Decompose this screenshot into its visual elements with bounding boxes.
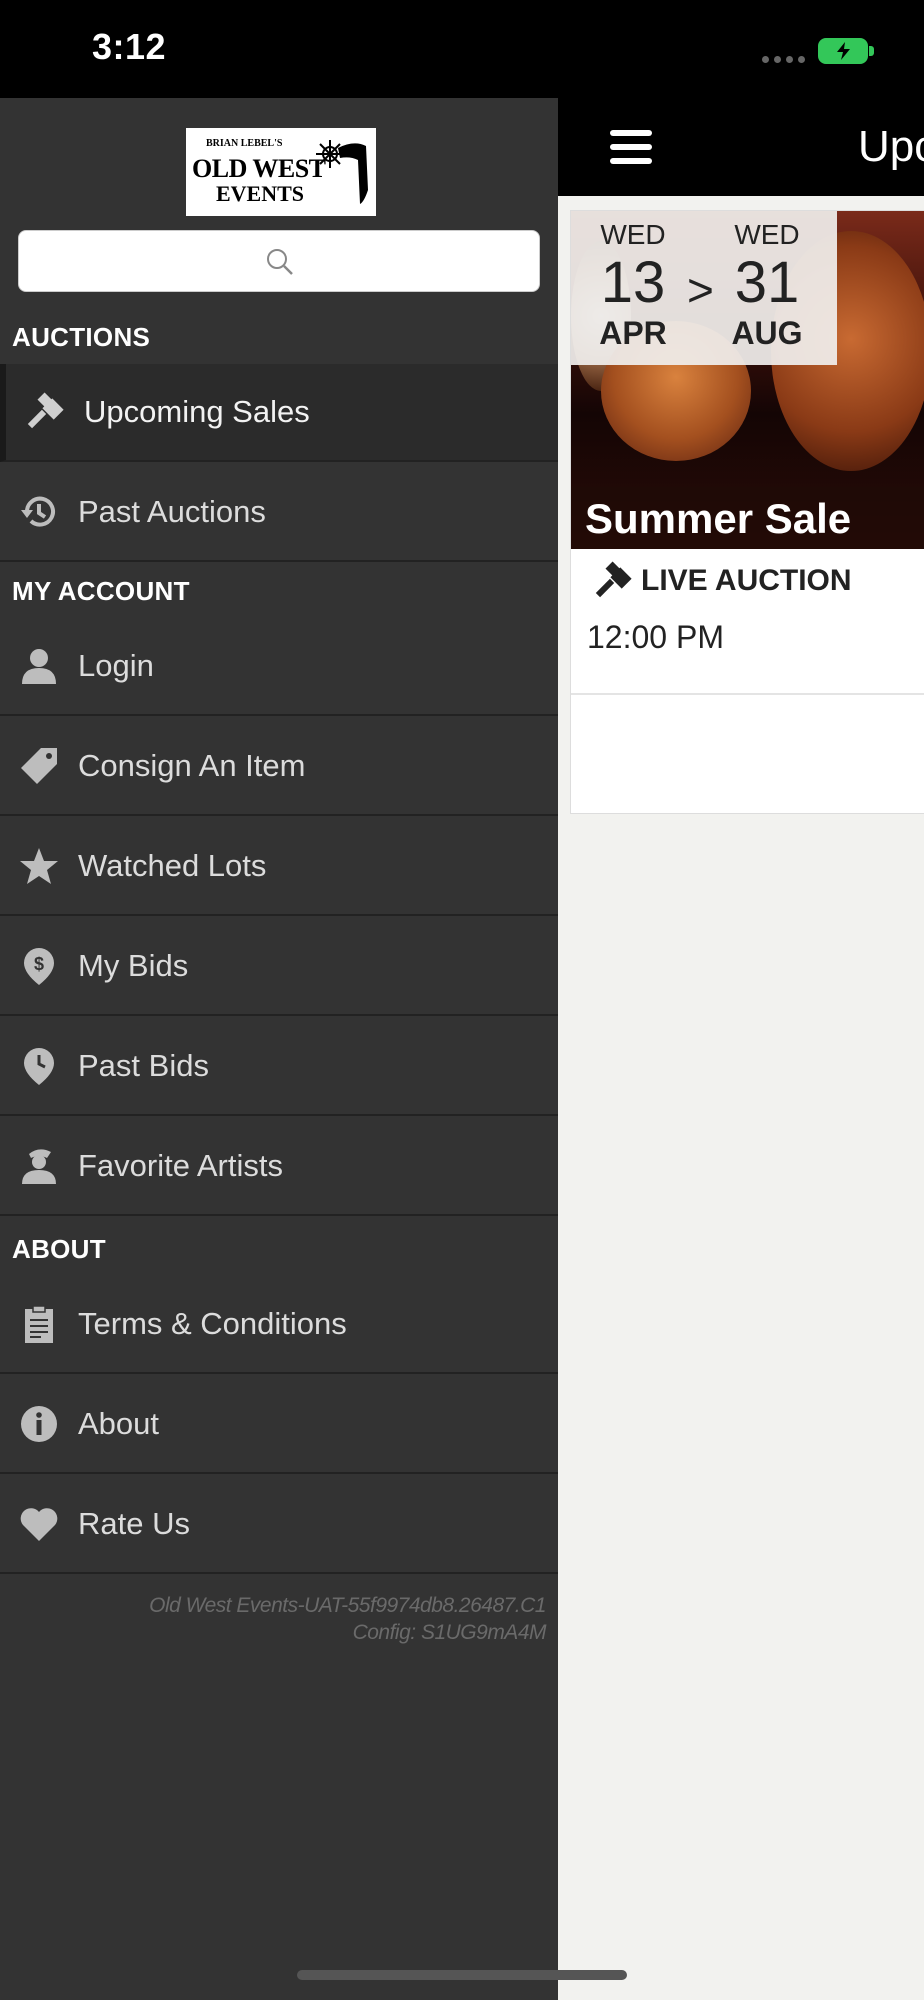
- search-icon: [267, 249, 293, 275]
- star-icon: [18, 845, 60, 887]
- sale-name: Summer Sale: [585, 495, 852, 542]
- history-icon: [18, 491, 60, 533]
- config-line: Config: S1UG9mA4M: [352, 1621, 547, 1644]
- artist-icon: [18, 1145, 60, 1187]
- sale-image: WED 13 APR > WED 31 AUG Summer Sale: [571, 211, 924, 549]
- menu-item-login[interactable]: Login: [0, 618, 558, 716]
- menu-item-rate-us[interactable]: Rate Us: [0, 1476, 558, 1574]
- home-indicator[interactable]: [297, 1970, 627, 1980]
- end-day: WED: [734, 219, 800, 250]
- sale-type: LIVE AUCTION: [593, 561, 852, 601]
- page-title: Upcoming Sales: [858, 122, 924, 171]
- menu-item-label: Past Auctions: [78, 494, 266, 529]
- tag-icon: [18, 745, 60, 787]
- section-auctions: AUCTIONS: [12, 322, 151, 352]
- clipboard-icon: [18, 1303, 60, 1345]
- menu-item-label: Favorite Artists: [78, 1148, 283, 1183]
- menu-item-label: About: [78, 1406, 160, 1441]
- svg-text:$: $: [34, 954, 44, 974]
- end-month: AUG: [731, 315, 803, 351]
- clock-pin-icon: [18, 1045, 60, 1087]
- start-month: APR: [599, 315, 667, 351]
- start-date: 13: [600, 250, 666, 315]
- menu-item-about[interactable]: About: [0, 1376, 558, 1474]
- menu-item-favorite-artists[interactable]: Favorite Artists: [0, 1118, 558, 1216]
- date-range: WED 13 APR > WED 31 AUG: [571, 211, 837, 365]
- signal-icon: [762, 56, 805, 63]
- dollar-pin-icon: $: [18, 945, 60, 987]
- section-my-account: MY ACCOUNT: [12, 576, 190, 606]
- main-content: Upcoming Sales WED 13 APR > WED 31 AUG: [558, 98, 924, 2000]
- menu-item-terms-conditions[interactable]: Terms & Conditions: [0, 1276, 558, 1374]
- search-input-container[interactable]: [18, 230, 540, 292]
- status-bar: 3:12: [0, 0, 924, 98]
- sale-card[interactable]: WED 13 APR > WED 31 AUG Summer Sale LIVE…: [570, 210, 924, 814]
- section-about: ABOUT: [12, 1234, 106, 1264]
- menu-item-label: Watched Lots: [78, 848, 267, 883]
- old-west-events-logo: BRIAN LEBEL'S OLD WEST EVENTS: [186, 128, 376, 216]
- battery-tip: [869, 46, 874, 56]
- user-icon: [18, 645, 60, 687]
- sale-name-bar: Summer Sale: [571, 487, 924, 549]
- gavel-icon: [24, 391, 66, 433]
- gavel-icon: [595, 561, 632, 598]
- side-drawer: BRIAN LEBEL'S OLD WEST EVENTS AUCTIONS U…: [0, 98, 558, 2000]
- menu-item-label: Past Bids: [78, 1048, 209, 1083]
- end-date: 31: [734, 250, 800, 315]
- menu-icon[interactable]: [610, 130, 652, 164]
- main-header: Upcoming Sales: [558, 98, 924, 196]
- start-day: WED: [600, 219, 666, 250]
- divider: [571, 693, 924, 695]
- date-separator: >: [687, 264, 714, 316]
- menu-item-consign-an-item[interactable]: Consign An Item: [0, 718, 558, 816]
- menu-item-label: Consign An Item: [78, 748, 306, 783]
- info-icon: [18, 1403, 60, 1445]
- menu-item-label: Login: [78, 648, 154, 683]
- menu-item-watched-lots[interactable]: Watched Lots: [0, 818, 558, 916]
- sale-time: 12:00 PM: [587, 619, 724, 655]
- version-line: Old West Events-UAT-55f9974db8.26487.C1: [149, 1594, 546, 1617]
- menu-item-label: Upcoming Sales: [84, 394, 310, 429]
- status-time: 3:12: [92, 26, 167, 67]
- menu-item-label: Terms & Conditions: [78, 1306, 347, 1341]
- menu-item-label: My Bids: [78, 948, 189, 983]
- menu-item-past-bids[interactable]: Past Bids: [0, 1018, 558, 1116]
- spur-icon: [316, 140, 368, 204]
- battery-icon: [818, 38, 868, 64]
- menu-item-upcoming-sales[interactable]: Upcoming Sales: [0, 364, 558, 462]
- heart-icon: [18, 1503, 60, 1545]
- sale-type-label: LIVE AUCTION: [641, 564, 852, 597]
- menu-item-my-bids[interactable]: $ My Bids: [0, 918, 558, 1016]
- menu-item-label: Rate Us: [78, 1506, 190, 1541]
- menu-item-past-auctions[interactable]: Past Auctions: [0, 464, 558, 562]
- version-info: Old West Events-UAT-55f9974db8.26487.C1 …: [149, 1592, 546, 1646]
